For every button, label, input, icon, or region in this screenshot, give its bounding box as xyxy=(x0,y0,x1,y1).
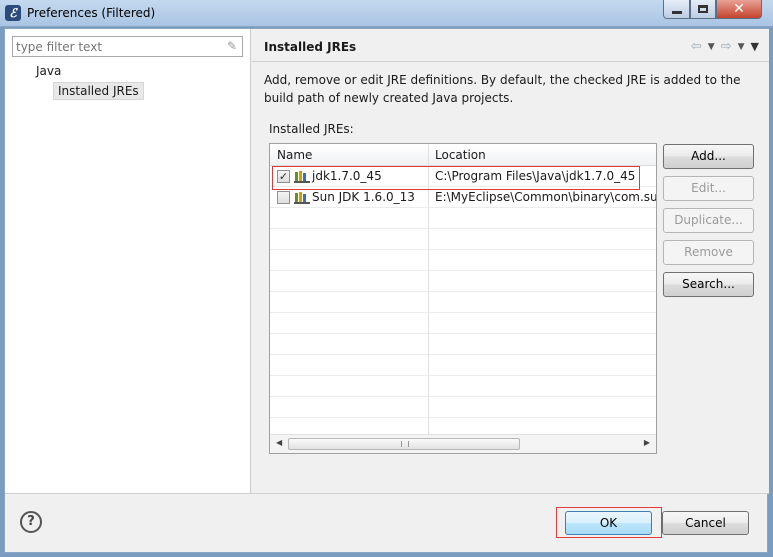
table-row[interactable]: Sun JDK 1.6.0_13 E:\MyEclipse\Common\bin… xyxy=(270,187,656,208)
table-row[interactable]: ✓ jdk1.7.0_45 C:\Program Files\Java\jdk1… xyxy=(270,166,656,187)
clear-filter-icon[interactable]: ✎ xyxy=(225,39,239,53)
dialog-client: ✎ Java Installed JREs Installed JREs ⇦ ▼ … xyxy=(4,28,769,553)
column-header-location[interactable]: Location xyxy=(435,148,486,162)
jre-checkbox[interactable] xyxy=(277,191,290,204)
horizontal-scrollbar[interactable]: ◀ ▶ xyxy=(270,434,656,453)
table-row xyxy=(270,292,656,313)
title-separator xyxy=(252,61,769,62)
tree-item-installed-jres[interactable]: Installed JREs xyxy=(53,82,144,100)
help-icon: ? xyxy=(27,514,35,529)
scroll-left-icon[interactable]: ◀ xyxy=(276,438,282,447)
jre-table[interactable]: Name Location ✓ jdk1.7.0_45 C:\Program F… xyxy=(269,143,657,454)
tree-item-java[interactable]: Java xyxy=(36,64,61,78)
forward-dropdown-icon[interactable]: ▼ xyxy=(738,42,745,52)
minimize-button[interactable] xyxy=(663,0,690,19)
table-row xyxy=(270,376,656,397)
bottom-separator xyxy=(5,493,769,494)
table-row xyxy=(270,334,656,355)
filter-field[interactable]: ✎ xyxy=(12,36,243,57)
table-row xyxy=(270,355,656,376)
eclipse-icon: ℰ xyxy=(5,5,21,21)
close-icon: ✕ xyxy=(733,1,745,17)
table-row xyxy=(270,250,656,271)
filter-input[interactable] xyxy=(13,37,213,56)
jre-list-label: Installed JREs: xyxy=(269,122,354,136)
page-navigation: ⇦ ▼ ⇨ ▼ ▼ xyxy=(691,39,759,54)
table-row xyxy=(270,271,656,292)
minimize-icon xyxy=(671,10,682,14)
jre-location: E:\MyEclipse\Common\binary\com.sun.java.… xyxy=(435,190,657,204)
jre-checkbox[interactable]: ✓ xyxy=(277,170,290,183)
jre-library-icon xyxy=(294,171,310,183)
maximize-button[interactable] xyxy=(690,0,716,19)
edit-button[interactable]: Edit... xyxy=(663,176,754,201)
jre-library-icon xyxy=(294,192,310,204)
back-dropdown-icon[interactable]: ▼ xyxy=(708,42,715,52)
jre-location: C:\Program Files\Java\jdk1.7.0_45 xyxy=(435,169,636,183)
window-title: Preferences (Filtered) xyxy=(27,6,156,20)
table-row xyxy=(270,313,656,334)
table-row xyxy=(270,397,656,418)
preference-tree-pane: ✎ Java Installed JREs xyxy=(5,29,251,493)
grip-icon xyxy=(401,441,409,447)
view-menu-icon[interactable]: ▼ xyxy=(751,40,759,53)
duplicate-button[interactable]: Duplicate... xyxy=(663,208,754,233)
add-button[interactable]: Add... xyxy=(663,144,754,169)
ok-button[interactable]: OK xyxy=(565,511,652,535)
preference-page: Installed JREs ⇦ ▼ ⇨ ▼ ▼ Add, remove or ed… xyxy=(252,29,769,493)
column-header-name[interactable]: Name xyxy=(277,148,312,162)
close-button[interactable]: ✕ xyxy=(716,0,762,19)
back-icon[interactable]: ⇦ xyxy=(691,39,702,54)
table-row xyxy=(270,208,656,229)
scroll-right-icon[interactable]: ▶ xyxy=(644,438,650,447)
table-row xyxy=(270,229,656,250)
search-button[interactable]: Search... xyxy=(663,272,754,297)
jre-name: Sun JDK 1.6.0_13 xyxy=(312,190,415,204)
remove-button[interactable]: Remove xyxy=(663,240,754,265)
help-button[interactable]: ? xyxy=(20,511,42,533)
forward-icon[interactable]: ⇨ xyxy=(721,39,732,54)
jre-name: jdk1.7.0_45 xyxy=(312,169,382,183)
scrollbar-thumb[interactable] xyxy=(288,438,520,450)
title-bar[interactable]: ℰ Preferences (Filtered) ✕ xyxy=(0,0,773,27)
page-description: Add, remove or edit JRE definitions. By … xyxy=(264,73,741,105)
page-title: Installed JREs xyxy=(264,40,357,54)
maximize-icon xyxy=(698,5,708,13)
cancel-button[interactable]: Cancel xyxy=(662,511,749,535)
table-header: Name Location xyxy=(270,144,656,166)
